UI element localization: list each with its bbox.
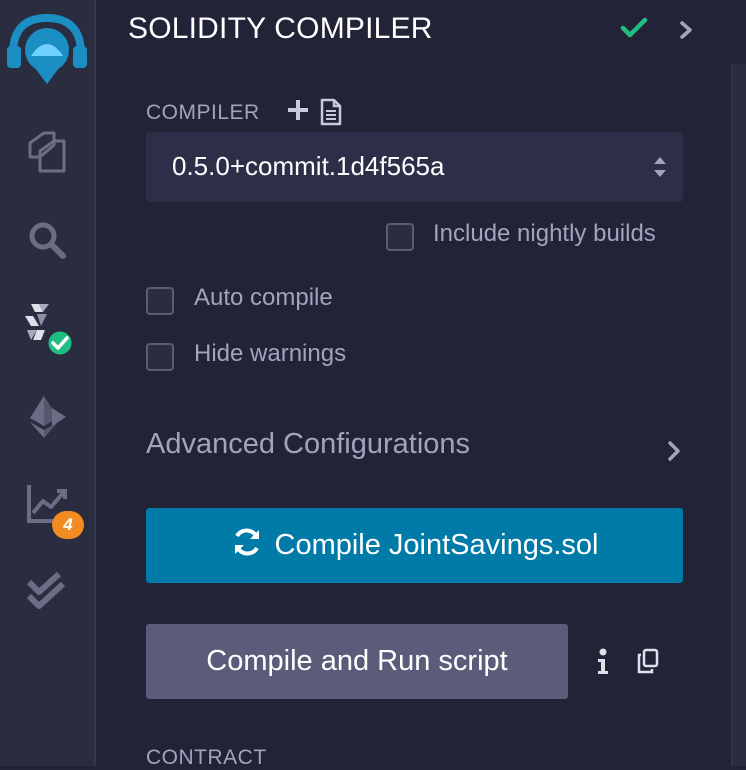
deploy-run-icon[interactable] <box>0 392 94 442</box>
include-nightly-label: Include nightly builds <box>433 220 656 247</box>
hide-warnings-label: Hide warnings <box>194 340 347 367</box>
refresh-icon <box>231 526 263 566</box>
plus-icon[interactable] <box>286 98 310 127</box>
contract-label: CONTRACT <box>146 746 267 769</box>
file-explorer-icon[interactable] <box>0 128 94 176</box>
success-check-icon <box>45 328 75 358</box>
panel-divider <box>731 64 746 766</box>
search-icon[interactable] <box>0 216 94 264</box>
solidity-compiler-icon[interactable] <box>0 300 94 360</box>
compiler-label: COMPILER <box>146 101 260 124</box>
panel-title: SOLIDITY COMPILER <box>128 12 433 45</box>
compiler-version-select[interactable]: 0.5.0+commit.1d4f565a <box>146 132 683 202</box>
hide-warnings-checkbox[interactable] <box>146 343 174 371</box>
compile-button[interactable]: Compile JointSavings.sol <box>146 508 683 583</box>
file-icon[interactable] <box>320 98 342 131</box>
icon-bar: 4 <box>0 0 96 766</box>
double-check-icon[interactable] <box>0 568 94 616</box>
info-icon[interactable] <box>596 648 610 681</box>
chevron-right-icon[interactable] <box>666 440 682 467</box>
advanced-configurations-toggle[interactable]: Advanced Configurations <box>146 428 470 461</box>
copy-icon[interactable] <box>636 648 660 679</box>
remix-logo-icon[interactable] <box>0 8 94 88</box>
compile-and-run-label: Compile and Run script <box>206 645 508 677</box>
auto-compile-checkbox[interactable] <box>146 287 174 315</box>
notification-badge: 4 <box>52 511 84 539</box>
check-icon <box>620 16 648 45</box>
compile-and-run-button[interactable]: Compile and Run script <box>146 624 568 699</box>
selected-version: 0.5.0+commit.1d4f565a <box>172 151 445 181</box>
compiler-panel: SOLIDITY COMPILER COMPILER 0.5.0+commit.… <box>96 0 746 769</box>
compile-button-label: Compile JointSavings.sol <box>274 529 599 561</box>
auto-compile-label: Auto compile <box>194 284 333 311</box>
sort-arrows-icon <box>653 154 667 185</box>
chevron-right-icon[interactable] <box>678 20 694 45</box>
include-nightly-checkbox[interactable] <box>386 223 414 251</box>
